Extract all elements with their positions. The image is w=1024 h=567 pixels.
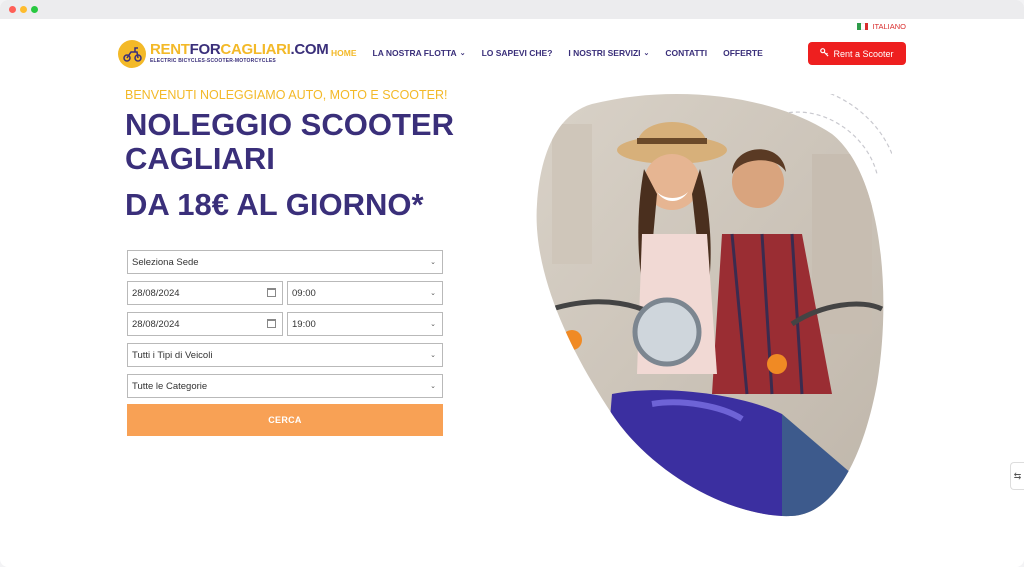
location-select[interactable]: Seleziona Sede ⌄: [127, 250, 443, 274]
return-time-select[interactable]: 19:00 ⌄: [287, 312, 443, 336]
nav-i-nostri-servizi[interactable]: I NOSTRI SERVIZI ⌄: [568, 48, 649, 58]
nav-offerte[interactable]: OFFERTE: [723, 48, 763, 58]
logo-tagline: ELECTRIC BICYCLES-SCOOTER-MOTORCYCLES: [150, 58, 276, 64]
chevron-down-icon: ⌄: [430, 383, 436, 390]
italian-flag-icon: [857, 23, 869, 30]
pickup-time-select[interactable]: 09:00 ⌄: [287, 281, 443, 305]
vehicle-type-select[interactable]: Tutti i Tipi di Veicoli ⌄: [127, 343, 443, 367]
key-icon: [820, 48, 829, 59]
chevron-down-icon: ⌄: [430, 290, 436, 297]
scooter-logo-icon: [118, 40, 146, 68]
chevron-down-icon: ⌄: [430, 352, 436, 359]
language-switcher[interactable]: ITALIANO: [857, 22, 906, 31]
nav-contatti[interactable]: CONTATTI: [665, 48, 707, 58]
browser-window: ITALIANO RENTFORCAGLIARI.COM ELECTRIC BI…: [0, 0, 1024, 567]
logo-wordmark: RENTFORCAGLIARI.COM: [150, 41, 329, 58]
toggle-icon: ⇆: [1013, 470, 1022, 481]
welcome-tagline: BENVENUTI NOLEGGIAMO AUTO, MOTO E SCOOTE…: [125, 88, 448, 102]
price-headline: DA 18€ AL GIORNO*: [125, 187, 424, 222]
category-select[interactable]: Tutte le Categorie ⌄: [127, 374, 443, 398]
rent-a-scooter-button[interactable]: Rent a Scooter: [808, 42, 906, 65]
calendar-icon: [267, 288, 276, 297]
chevron-down-icon: ⌄: [430, 321, 436, 328]
calendar-icon: [267, 319, 276, 328]
language-label: ITALIANO: [872, 22, 906, 31]
search-button[interactable]: CERCA: [127, 404, 443, 436]
minimize-window-button[interactable]: [20, 6, 27, 13]
hero-image-couple-on-scooter: [536, 94, 892, 517]
pickup-date-input[interactable]: 28/08/2024: [127, 281, 283, 305]
maximize-window-button[interactable]: [31, 6, 38, 13]
return-date-input[interactable]: 28/08/2024: [127, 312, 283, 336]
title-bar: [0, 0, 1024, 19]
site-logo[interactable]: RENTFORCAGLIARI.COM ELECTRIC BICYCLES-SC…: [118, 39, 329, 69]
nav-home[interactable]: HOME: [331, 48, 357, 58]
side-widget-toggle[interactable]: ⇆: [1010, 462, 1024, 490]
nav-la-nostra-flotta[interactable]: LA NOSTRA FLOTTA ⌄: [373, 48, 466, 58]
nav-lo-sapevi-che[interactable]: LO SAPEVI CHE?: [482, 48, 553, 58]
close-window-button[interactable]: [9, 6, 16, 13]
chevron-down-icon: ⌄: [459, 50, 466, 57]
main-navigation: HOME LA NOSTRA FLOTTA ⌄ LO SAPEVI CHE? I …: [331, 48, 779, 58]
chevron-down-icon: ⌄: [430, 259, 436, 266]
page-title: NOLEGGIO SCOOTER CAGLIARI: [125, 107, 454, 176]
chevron-down-icon: ⌄: [643, 50, 650, 57]
